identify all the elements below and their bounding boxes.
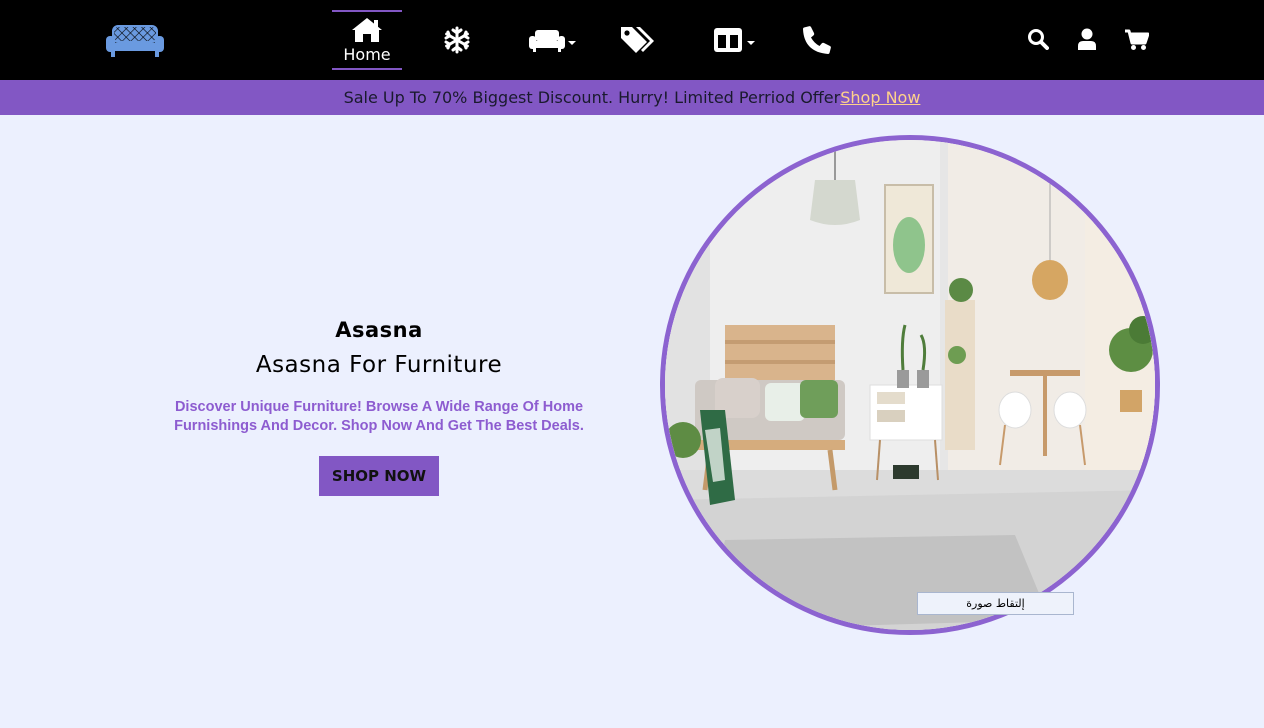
nav-home[interactable]: Home xyxy=(332,10,402,70)
sofa-icon[interactable] xyxy=(105,24,165,58)
snowflake-icon xyxy=(443,26,471,54)
capture-image-button[interactable]: إلتقاط صورة xyxy=(917,592,1074,615)
search-icon[interactable] xyxy=(1027,28,1049,54)
columns-icon xyxy=(713,27,743,53)
nav-furniture-dropdown[interactable] xyxy=(528,10,576,70)
hero-description: Discover Unique Furniture! Browse A Wide… xyxy=(174,399,584,434)
phone-icon xyxy=(802,25,832,55)
hero-room-image xyxy=(660,135,1160,635)
chevron-down-icon xyxy=(747,41,755,45)
chevron-down-icon xyxy=(568,41,576,45)
hero-content: Asasna Asasna For Furniture Discover Uni… xyxy=(130,318,628,496)
home-icon xyxy=(351,17,383,43)
couch-icon xyxy=(529,28,565,52)
hero-tagline: Asasna For Furniture xyxy=(255,352,503,378)
navbar: Home xyxy=(0,0,1264,80)
tags-icon xyxy=(619,24,655,56)
nav-offers[interactable] xyxy=(618,10,656,70)
promo-banner: Sale Up To 70% Biggest Discount. Hurry! … xyxy=(0,80,1264,115)
shop-now-button[interactable]: SHOP NOW xyxy=(319,456,439,496)
nav-snowflake[interactable] xyxy=(441,10,473,70)
promo-shop-now-link[interactable]: Shop Now xyxy=(840,88,920,107)
user-icon[interactable] xyxy=(1077,28,1097,54)
hero-brand: Asasna xyxy=(335,318,423,342)
cart-icon[interactable] xyxy=(1125,29,1150,55)
nav-categories-dropdown[interactable] xyxy=(711,10,757,70)
nav-home-label: Home xyxy=(343,44,391,64)
promo-text: Sale Up To 70% Biggest Discount. Hurry! … xyxy=(343,88,841,107)
nav-contact[interactable] xyxy=(802,10,832,70)
